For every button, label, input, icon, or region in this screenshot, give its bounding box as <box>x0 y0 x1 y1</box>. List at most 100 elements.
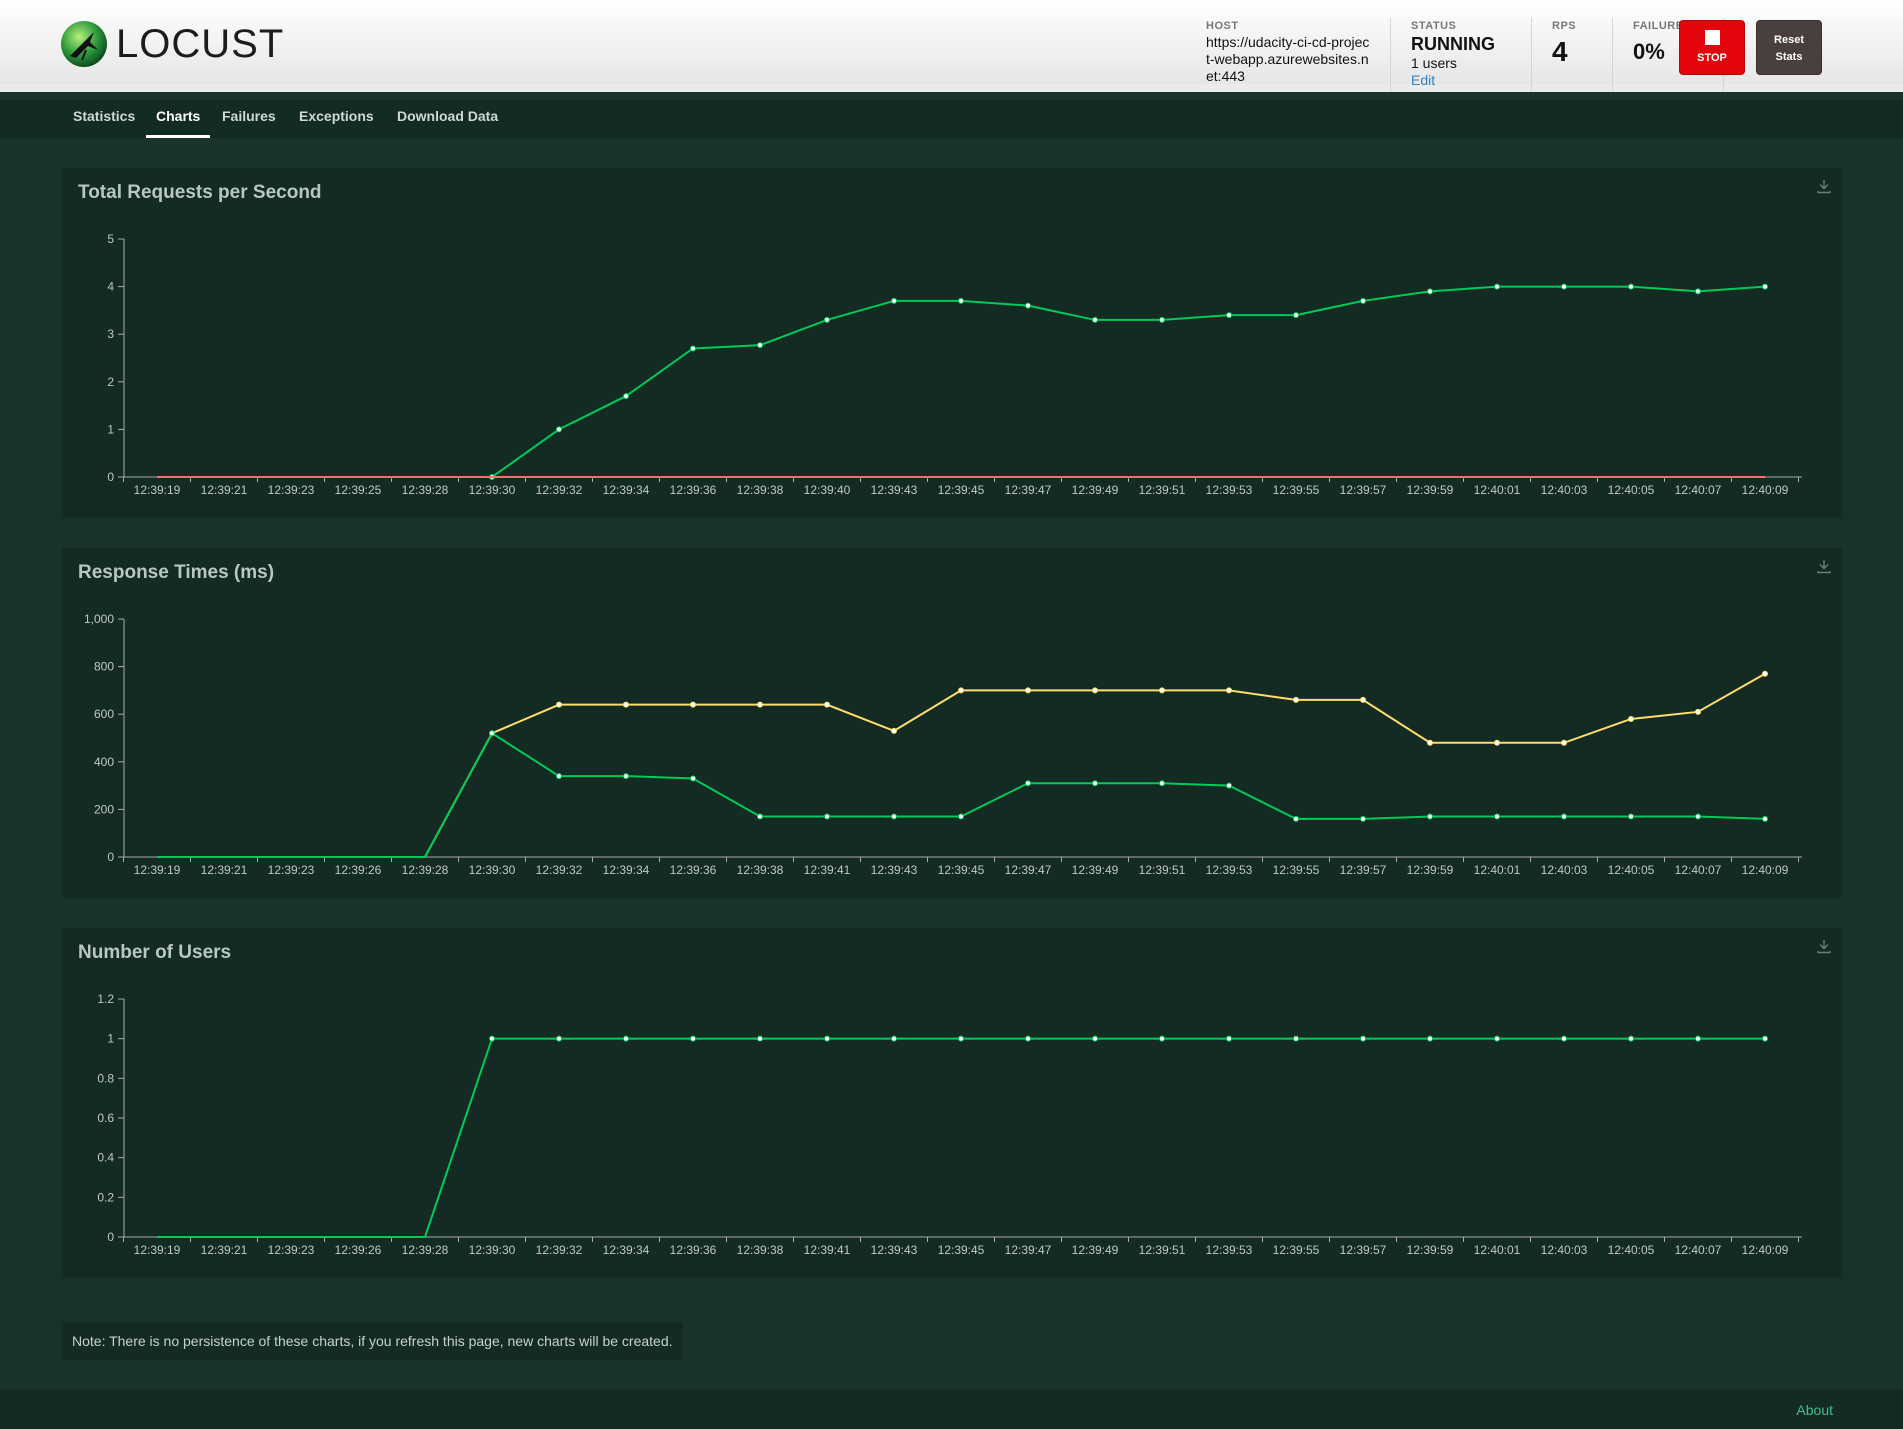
locust-logo[interactable]: LOCUST <box>60 20 284 68</box>
data-point[interactable] <box>824 813 830 820</box>
data-point[interactable] <box>1427 288 1433 295</box>
data-point[interactable] <box>1293 815 1299 822</box>
data-point[interactable] <box>757 342 763 349</box>
edit-users-link[interactable]: Edit <box>1411 72 1511 88</box>
data-point[interactable] <box>1226 312 1232 319</box>
data-point[interactable] <box>1092 780 1098 787</box>
data-point[interactable] <box>1159 780 1165 787</box>
data-point[interactable] <box>1762 1035 1768 1042</box>
y-tick-label: 3 <box>107 327 114 341</box>
data-point[interactable] <box>958 687 964 694</box>
data-point[interactable] <box>824 1035 830 1042</box>
data-point[interactable] <box>824 701 830 708</box>
y-tick-label: 0.8 <box>97 1071 114 1085</box>
data-point[interactable] <box>1762 670 1768 677</box>
data-point[interactable] <box>958 813 964 820</box>
data-point[interactable] <box>1494 1035 1500 1042</box>
data-point[interactable] <box>623 701 629 708</box>
reset-stats-button[interactable]: Reset Stats <box>1756 20 1822 75</box>
data-point[interactable] <box>1092 687 1098 694</box>
data-point[interactable] <box>1628 1035 1634 1042</box>
data-point[interactable] <box>1293 312 1299 319</box>
y-tick-label: 1 <box>107 422 114 436</box>
data-point[interactable] <box>690 775 696 782</box>
data-point[interactable] <box>757 1035 763 1042</box>
data-point[interactable] <box>489 1035 495 1042</box>
data-point[interactable] <box>891 297 897 304</box>
data-point[interactable] <box>1695 288 1701 295</box>
series-line <box>157 285 1766 478</box>
data-point[interactable] <box>1628 715 1634 722</box>
data-point[interactable] <box>489 730 495 737</box>
data-point[interactable] <box>1628 283 1634 290</box>
data-point[interactable] <box>556 426 562 433</box>
host-box: HOST https://udacity-ci-cd-project-webap… <box>1206 20 1390 92</box>
tab-charts[interactable]: Charts <box>146 100 211 138</box>
data-point[interactable] <box>757 813 763 820</box>
x-tick-label: 12:39:32 <box>536 483 583 497</box>
x-tick-label: 12:39:30 <box>469 863 516 877</box>
data-point[interactable] <box>690 701 696 708</box>
data-point[interactable] <box>1092 1035 1098 1042</box>
data-point[interactable] <box>623 773 629 780</box>
data-point[interactable] <box>1025 780 1031 787</box>
data-point[interactable] <box>1025 687 1031 694</box>
data-point[interactable] <box>1427 739 1433 746</box>
data-point[interactable] <box>1360 696 1366 703</box>
series-line <box>157 672 1766 858</box>
data-point[interactable] <box>1762 283 1768 290</box>
data-point[interactable] <box>958 297 964 304</box>
x-tick-label: 12:40:01 <box>1474 1243 1521 1257</box>
data-point[interactable] <box>1561 283 1567 290</box>
locust-logo-icon <box>61 21 107 67</box>
data-point[interactable] <box>1025 302 1031 309</box>
data-point[interactable] <box>1025 1035 1031 1042</box>
data-point[interactable] <box>690 1035 696 1042</box>
data-point[interactable] <box>1427 813 1433 820</box>
data-point[interactable] <box>891 813 897 820</box>
data-point[interactable] <box>1293 1035 1299 1042</box>
data-point[interactable] <box>623 393 629 400</box>
data-point[interactable] <box>1159 687 1165 694</box>
data-point[interactable] <box>1360 815 1366 822</box>
data-point[interactable] <box>824 316 830 323</box>
tab-statistics[interactable]: Statistics <box>63 100 145 138</box>
data-point[interactable] <box>1226 1035 1232 1042</box>
data-point[interactable] <box>1494 283 1500 290</box>
about-link[interactable]: About <box>1796 1402 1833 1418</box>
data-point[interactable] <box>1695 708 1701 715</box>
y-tick-label: 600 <box>94 707 114 721</box>
data-point[interactable] <box>1226 687 1232 694</box>
data-point[interactable] <box>1494 813 1500 820</box>
data-point[interactable] <box>1494 739 1500 746</box>
data-point[interactable] <box>623 1035 629 1042</box>
stop-button[interactable]: STOP <box>1679 20 1745 75</box>
data-point[interactable] <box>1360 1035 1366 1042</box>
data-point[interactable] <box>556 773 562 780</box>
data-point[interactable] <box>1695 813 1701 820</box>
data-point[interactable] <box>1427 1035 1433 1042</box>
data-point[interactable] <box>1762 815 1768 822</box>
data-point[interactable] <box>1159 1035 1165 1042</box>
data-point[interactable] <box>1561 813 1567 820</box>
data-point[interactable] <box>891 1035 897 1042</box>
tab-exceptions[interactable]: Exceptions <box>289 100 384 138</box>
data-point[interactable] <box>1293 696 1299 703</box>
data-point[interactable] <box>1561 1035 1567 1042</box>
data-point[interactable] <box>556 701 562 708</box>
data-point[interactable] <box>1092 316 1098 323</box>
data-point[interactable] <box>757 701 763 708</box>
data-point[interactable] <box>891 727 897 734</box>
data-point[interactable] <box>1159 316 1165 323</box>
data-point[interactable] <box>1695 1035 1701 1042</box>
data-point[interactable] <box>556 1035 562 1042</box>
data-point[interactable] <box>1360 297 1366 304</box>
tab-failures[interactable]: Failures <box>212 100 286 138</box>
data-point[interactable] <box>958 1035 964 1042</box>
data-point[interactable] <box>690 345 696 352</box>
data-point[interactable] <box>1226 782 1232 789</box>
data-point[interactable] <box>1628 813 1634 820</box>
tab-download-data[interactable]: Download Data <box>387 100 508 138</box>
y-tick-label: 2 <box>107 375 114 389</box>
data-point[interactable] <box>1561 739 1567 746</box>
